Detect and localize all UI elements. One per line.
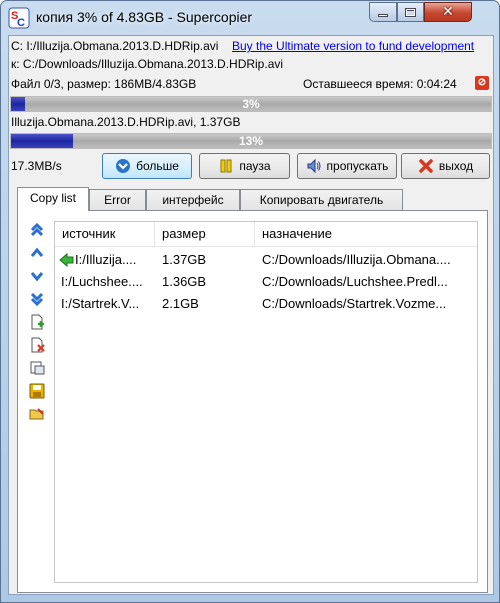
row-destination: C:/Downloads/Luchshee.Predl... [262,274,448,289]
maximize-button[interactable] [397,2,424,22]
export-list-icon[interactable] [28,359,46,377]
destination-path: к: C:/Downloads/Illuzija.Obmana.2013.D.H… [11,57,284,71]
more-button-label: больше [136,159,179,173]
table-row[interactable]: I:/Startrek.V... 2.1GB C:/Downloads/Star… [55,293,477,315]
source-path: С: I:/Illuzija.Obmana.2013.D.HDRip.avi [11,39,219,53]
minimize-button[interactable] [369,2,397,22]
exit-button-label: выход [438,159,474,173]
copy-list-panel: источник размер назначение I:/Illuzija..… [17,210,488,593]
exit-button[interactable]: выход [401,153,490,179]
table-header: источник размер назначение [55,222,477,247]
table-row[interactable]: I:/Luchshee.... 1.36GB C:/Downloads/Luch… [55,271,477,293]
table-row[interactable]: I:/Illuzija.... 1.37GB C:/Downloads/Illu… [55,249,477,271]
supercopier-window: S C копия 3% of 4.83GB - Supercopier ✕ С… [0,0,500,603]
pause-icon [218,158,234,174]
close-button[interactable]: ✕ [424,2,472,22]
remove-file-icon[interactable] [28,336,46,354]
tab-copy-list[interactable]: Copy list [17,187,89,211]
transfer-speed: 17.3MB/s [11,159,62,173]
close-icon: ✕ [442,4,454,20]
list-toolbar [28,221,48,428]
row-source: I:/Startrek.V... [61,296,140,311]
file-count-size: Файл 0/3, размер: 186MB/4.83GB [11,77,197,91]
current-file-info: Illuzija.Obmana.2013.D.HDRip.avi, 1.37GB [11,115,241,129]
open-folder-icon[interactable] [28,405,46,423]
move-up-icon[interactable] [28,244,46,262]
file-progress-label: 13% [238,134,264,148]
source-path-row: С: I:/Illuzija.Obmana.2013.D.HDRip.avi [11,39,218,53]
minimize-icon [378,13,388,17]
title-bar[interactable]: S C копия 3% of 4.83GB - Supercopier ✕ [1,1,499,33]
move-top-icon[interactable] [28,221,46,239]
row-destination: C:/Downloads/Illuzija.Obmana.... [262,252,451,267]
skip-button-label: пропускать [326,159,389,173]
maximize-icon [405,7,416,17]
move-bottom-icon[interactable] [28,290,46,308]
column-header-size[interactable]: размер [155,222,255,247]
total-progress-bar: 3% [10,96,492,112]
error-indicator-icon[interactable]: ⊘ [475,76,489,90]
add-file-icon[interactable] [28,313,46,331]
copy-list-table[interactable]: источник размер назначение I:/Illuzija..… [54,221,478,583]
total-progress-label: 3% [242,97,260,111]
tab-interface[interactable]: интерфейс [146,189,240,210]
svg-text:C: C [17,17,25,29]
save-icon[interactable] [28,382,46,400]
pause-button[interactable]: пауза [199,153,290,179]
active-arrow-icon [59,249,75,271]
more-button[interactable]: больше [102,153,192,179]
row-source: I:/Illuzija.... [75,252,137,267]
move-down-icon[interactable] [28,267,46,285]
main-panel: С: I:/Illuzija.Obmana.2013.D.HDRip.avi B… [8,35,494,595]
file-progress-bar: 13% [10,133,492,149]
row-size: 2.1GB [162,296,199,311]
row-destination: C:/Downloads/Startrek.Vozme... [262,296,447,311]
column-header-source[interactable]: источник [55,222,155,247]
row-source: I:/Luchshee.... [61,274,143,289]
ultimate-version-link[interactable]: Buy the Ultimate version to fund develop… [232,39,474,53]
remaining-time: Оставшееся время: 0:04:24 [303,77,457,91]
window-title: копия 3% of 4.83GB - Supercopier [36,9,253,25]
speaker-icon [306,158,322,174]
column-header-destination[interactable]: назначение [255,222,477,247]
tab-copy-engine[interactable]: Копировать двигатель [240,189,403,210]
tab-error[interactable]: Error [89,189,146,210]
row-size: 1.36GB [162,274,207,289]
pause-button-label: пауза [239,159,271,173]
skip-button[interactable]: пропускать [297,153,397,179]
row-size: 1.37GB [162,252,207,267]
red-x-icon [418,158,434,174]
supercopier-logo-icon: S C [8,7,30,29]
chevron-down-icon [115,158,131,174]
